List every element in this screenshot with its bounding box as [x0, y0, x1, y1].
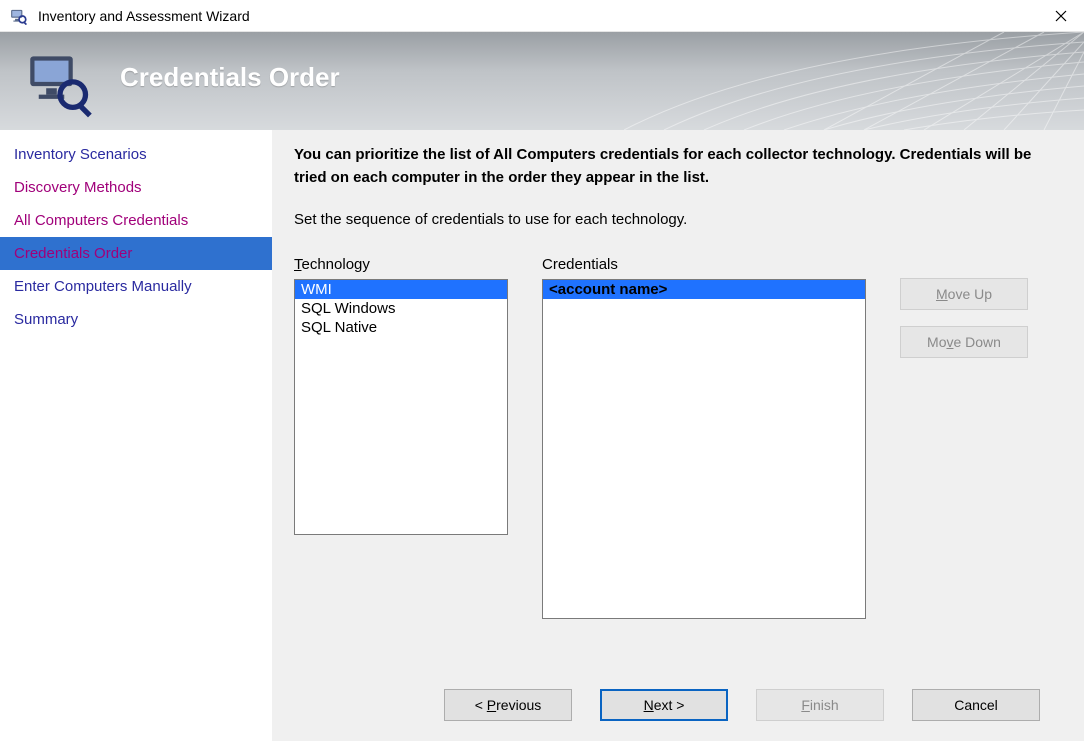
next-button[interactable]: Next >	[600, 689, 728, 721]
previous-button[interactable]: < Previous	[444, 689, 572, 721]
close-icon	[1055, 7, 1067, 25]
credentials-item[interactable]: <account name>	[543, 280, 865, 299]
technology-item[interactable]: SQL Native	[295, 318, 507, 337]
header-icon	[26, 50, 94, 118]
wizard-content: You can prioritize the list of All Compu…	[272, 130, 1084, 741]
lists-area: Technology WMI SQL Windows SQL Native Cr…	[294, 256, 1062, 619]
finish-button[interactable]: Finish	[756, 689, 884, 721]
credentials-column: Credentials <account name>	[542, 256, 866, 619]
move-up-button[interactable]: Move Up	[900, 278, 1028, 310]
move-buttons: Move Up Move Down	[900, 256, 1028, 358]
technology-item[interactable]: SQL Windows	[295, 299, 507, 318]
nav-all-computers-credentials[interactable]: All Computers Credentials	[0, 204, 272, 237]
technology-listbox[interactable]: WMI SQL Windows SQL Native	[294, 279, 508, 535]
sub-text: Set the sequence of credentials to use f…	[294, 211, 1062, 228]
header-banner: Credentials Order	[0, 32, 1084, 130]
nav-discovery-methods[interactable]: Discovery Methods	[0, 171, 272, 204]
header-title: Credentials Order	[120, 62, 340, 93]
close-button[interactable]	[1038, 0, 1084, 32]
header-mesh-decoration	[624, 32, 1084, 130]
nav-inventory-scenarios[interactable]: Inventory Scenarios	[0, 138, 272, 171]
wizard-footer: < Previous Next > Finish Cancel	[294, 675, 1062, 741]
app-icon	[10, 7, 28, 25]
wizard-sidebar: Inventory Scenarios Discovery Methods Al…	[0, 130, 272, 741]
title-bar: Inventory and Assessment Wizard	[0, 0, 1084, 32]
nav-enter-computers-manually[interactable]: Enter Computers Manually	[0, 270, 272, 303]
intro-text: You can prioritize the list of All Compu…	[294, 144, 1034, 189]
nav-credentials-order[interactable]: Credentials Order	[0, 237, 272, 270]
technology-item[interactable]: WMI	[295, 280, 507, 299]
technology-column: Technology WMI SQL Windows SQL Native	[294, 256, 508, 535]
window-title: Inventory and Assessment Wizard	[38, 8, 250, 24]
nav-summary[interactable]: Summary	[0, 303, 272, 336]
credentials-listbox[interactable]: <account name>	[542, 279, 866, 619]
wizard-body: Inventory Scenarios Discovery Methods Al…	[0, 130, 1084, 741]
move-down-button[interactable]: Move Down	[900, 326, 1028, 358]
credentials-label: Credentials	[542, 256, 866, 273]
wizard-window: Inventory and Assessment Wizard Credenti…	[0, 0, 1084, 741]
technology-label: Technology	[294, 256, 508, 273]
cancel-button[interactable]: Cancel	[912, 689, 1040, 721]
